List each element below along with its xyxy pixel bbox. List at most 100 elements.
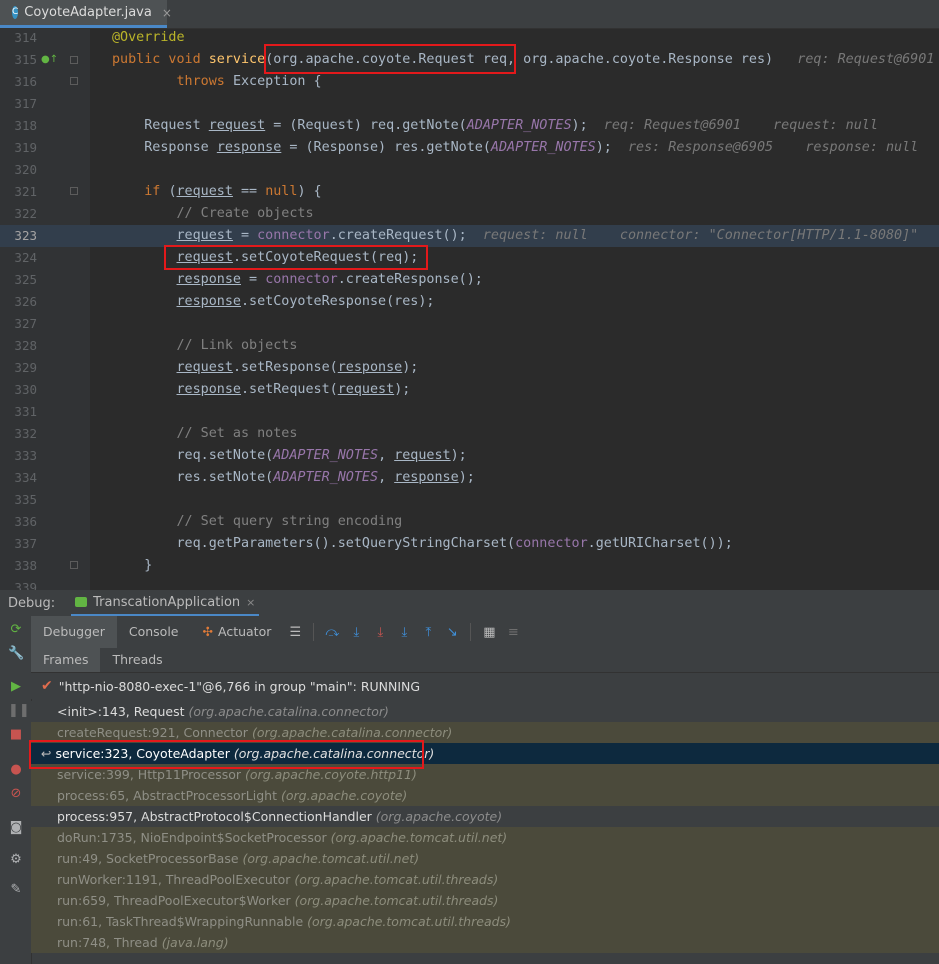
run-config-label: TranscationApplication xyxy=(93,594,241,610)
show-execution-point-icon[interactable]: ⤼ xyxy=(320,625,344,640)
stack-frame[interactable]: run:659, ThreadPoolExecutor$Worker (org.… xyxy=(31,890,939,911)
stack-frame[interactable]: service:399, Http11Processor (org.apache… xyxy=(31,764,939,785)
force-step-into-icon[interactable]: ⤓ xyxy=(368,625,392,640)
code-line-324: 324 request.setCoyoteRequest(req); xyxy=(0,247,939,269)
toolbar-separator xyxy=(470,623,472,641)
line-number: 331 xyxy=(14,404,37,419)
line-number: 339 xyxy=(14,580,37,590)
actuator-icon: ✣ xyxy=(202,624,213,639)
line-number: 327 xyxy=(14,316,37,331)
tab-threads[interactable]: Threads xyxy=(100,648,174,672)
frame-package: (org.apache.tomcat.util.threads) xyxy=(294,872,499,887)
line-number: 338 xyxy=(14,558,37,573)
debug-tool-window: Debug: TranscationApplication × ⟳ 🔧 ▶ ❚❚… xyxy=(0,590,939,964)
tab-actuator[interactable]: ✣ Actuator xyxy=(191,616,284,648)
code-line-322: 322 // Create objects xyxy=(0,203,939,225)
evaluate-expression-icon[interactable]: ▦ xyxy=(477,625,501,640)
step-out-icon[interactable]: ⤒ xyxy=(416,625,440,640)
code-line-320: 320 xyxy=(0,159,939,181)
stop-icon[interactable]: ■ xyxy=(8,727,24,743)
code-line-337: 337 req.getParameters().setQueryStringCh… xyxy=(0,533,939,555)
line-number: 318 xyxy=(14,118,37,133)
thread-status: "http-nio-8080-exec-1"@6,766 in group "m… xyxy=(58,678,421,694)
code-line-316: 316 throws Exception { xyxy=(0,71,939,93)
frame-package: (org.apache.tomcat.util.threads) xyxy=(294,893,499,908)
code-line-329: 329 request.setResponse(response); xyxy=(0,357,939,379)
stack-frame[interactable]: runWorker:1191, ThreadPoolExecutor (org.… xyxy=(31,869,939,890)
camera-icon[interactable]: ◙ xyxy=(8,820,24,836)
check-icon: ✔ xyxy=(41,678,53,694)
frame-method: createRequest:921, Connector xyxy=(57,725,248,740)
fold-marker-icon[interactable] xyxy=(70,561,78,569)
frame-method: run:61, TaskThread$WrappingRunnable xyxy=(57,914,304,929)
stack-frame[interactable]: process:957, AbstractProtocol$Connection… xyxy=(31,806,939,827)
code-line-325: 325 response = connector.createResponse(… xyxy=(0,269,939,291)
stack-frame-selected[interactable]: ↩ service:323, CoyoteAdapter (org.apache.… xyxy=(31,743,939,764)
tab-debugger[interactable]: Debugger xyxy=(31,616,117,648)
frame-package: (org.apache.tomcat.util.threads) xyxy=(307,914,511,929)
gear-icon[interactable]: ⚙ xyxy=(8,852,24,868)
line-number: 323 xyxy=(14,228,37,243)
frame-method: doRun:1735, NioEndpoint$SocketProcessor xyxy=(57,830,327,845)
code-line-319: 319 Response response = (Response) res.g… xyxy=(0,137,939,159)
debug-title: Debug: xyxy=(8,595,56,611)
inline-debug-hint: request: null connector: "Connector[HTTP… xyxy=(482,228,919,243)
code-comment: // Set query string encoding xyxy=(112,514,403,529)
code-line-328: 328 // Link objects xyxy=(0,335,939,357)
fold-marker-icon[interactable] xyxy=(70,56,78,64)
thread-selector[interactable]: ✔ "http-nio-8080-exec-1"@6,766 in group … xyxy=(31,673,939,699)
frame-method: run:659, ThreadPoolExecutor$Worker xyxy=(57,893,291,908)
inline-debug-hint: req: Request@6901 xyxy=(797,52,935,67)
rerun-icon[interactable]: ⟳ xyxy=(8,622,24,638)
stack-frame[interactable]: run:49, SocketProcessorBase (org.apache.… xyxy=(31,848,939,869)
layout-menu-icon[interactable]: ☰ xyxy=(283,625,307,640)
view-breakpoints-icon[interactable]: ● xyxy=(8,762,24,778)
code-text: public void service(org.apache.coyote.Re… xyxy=(112,52,935,67)
frame-package: (java.lang) xyxy=(161,935,229,950)
tab-console[interactable]: Console xyxy=(117,616,191,648)
frame-package: (org.apache.coyote) xyxy=(375,809,503,824)
code-line-331: 331 xyxy=(0,401,939,423)
tab-coyoteadapter-java[interactable]: C CoyoteAdapter.java × xyxy=(0,0,172,28)
settings-wrench-icon[interactable]: 🔧 xyxy=(8,646,24,662)
code-text: if (request == null) { xyxy=(144,184,322,199)
line-number: 330 xyxy=(14,382,37,397)
frame-package: (org.apache.coyote.http11) xyxy=(245,767,417,782)
code-line-314: 314 @Override xyxy=(0,29,939,49)
tab-frames[interactable]: Frames xyxy=(31,648,101,672)
run-to-cursor-icon[interactable]: ↘ xyxy=(440,625,464,640)
stack-frame[interactable]: <init>:143, Request (org.apache.catalina… xyxy=(31,701,939,722)
code-comment: // Set as notes xyxy=(112,426,298,441)
line-number: 328 xyxy=(14,338,37,353)
code-editor[interactable]: 314 @Override 315 ●↑ public void service… xyxy=(0,29,939,590)
trace-stream-icon[interactable]: ≡ xyxy=(501,625,525,640)
line-number: 319 xyxy=(14,140,37,155)
close-icon[interactable]: × xyxy=(246,596,255,609)
step-over-icon[interactable]: ⤓ xyxy=(344,625,368,640)
code-text: Response response = (Response) res.getNo… xyxy=(112,140,919,155)
stack-frame[interactable]: doRun:1735, NioEndpoint$SocketProcessor … xyxy=(31,827,939,848)
java-class-icon: C xyxy=(12,6,19,19)
resume-icon[interactable]: ▶ xyxy=(8,679,24,695)
line-number: 324 xyxy=(14,250,37,265)
fold-marker-icon[interactable] xyxy=(70,77,78,85)
code-text: req.setNote(ADAPTER_NOTES, request); xyxy=(112,448,467,463)
stack-frame[interactable]: run:61, TaskThread$WrappingRunnable (org… xyxy=(31,911,939,932)
fold-marker-icon[interactable] xyxy=(70,187,78,195)
frame-method: process:957, AbstractProtocol$Connection… xyxy=(57,809,372,824)
mute-breakpoints-icon[interactable]: ⊘ xyxy=(8,786,24,802)
stack-frame[interactable]: process:65, AbstractProcessorLight (org.… xyxy=(31,785,939,806)
stack-frame[interactable]: createRequest:921, Connector (org.apache… xyxy=(31,722,939,743)
pin-icon[interactable]: ✎ xyxy=(8,882,24,898)
tab-actuator-label: Actuator xyxy=(217,624,272,639)
code-line-326: 326 response.setCoyoteResponse(res); xyxy=(0,291,939,313)
frame-package: (org.apache.tomcat.util.net) xyxy=(242,851,420,866)
stack-frame[interactable]: run:748, Thread (java.lang) xyxy=(31,932,939,953)
close-tab-icon[interactable]: × xyxy=(162,6,172,20)
override-marker-icon[interactable]: ●↑ xyxy=(41,54,58,66)
step-into-icon[interactable]: ⤓ xyxy=(392,625,416,640)
code-line-336: 336 // Set query string encoding xyxy=(0,511,939,533)
code-text: request = connector.createRequest(); req… xyxy=(176,228,919,243)
pause-icon[interactable]: ❚❚ xyxy=(8,703,30,719)
run-config-tab[interactable]: TranscationApplication × xyxy=(71,590,260,616)
